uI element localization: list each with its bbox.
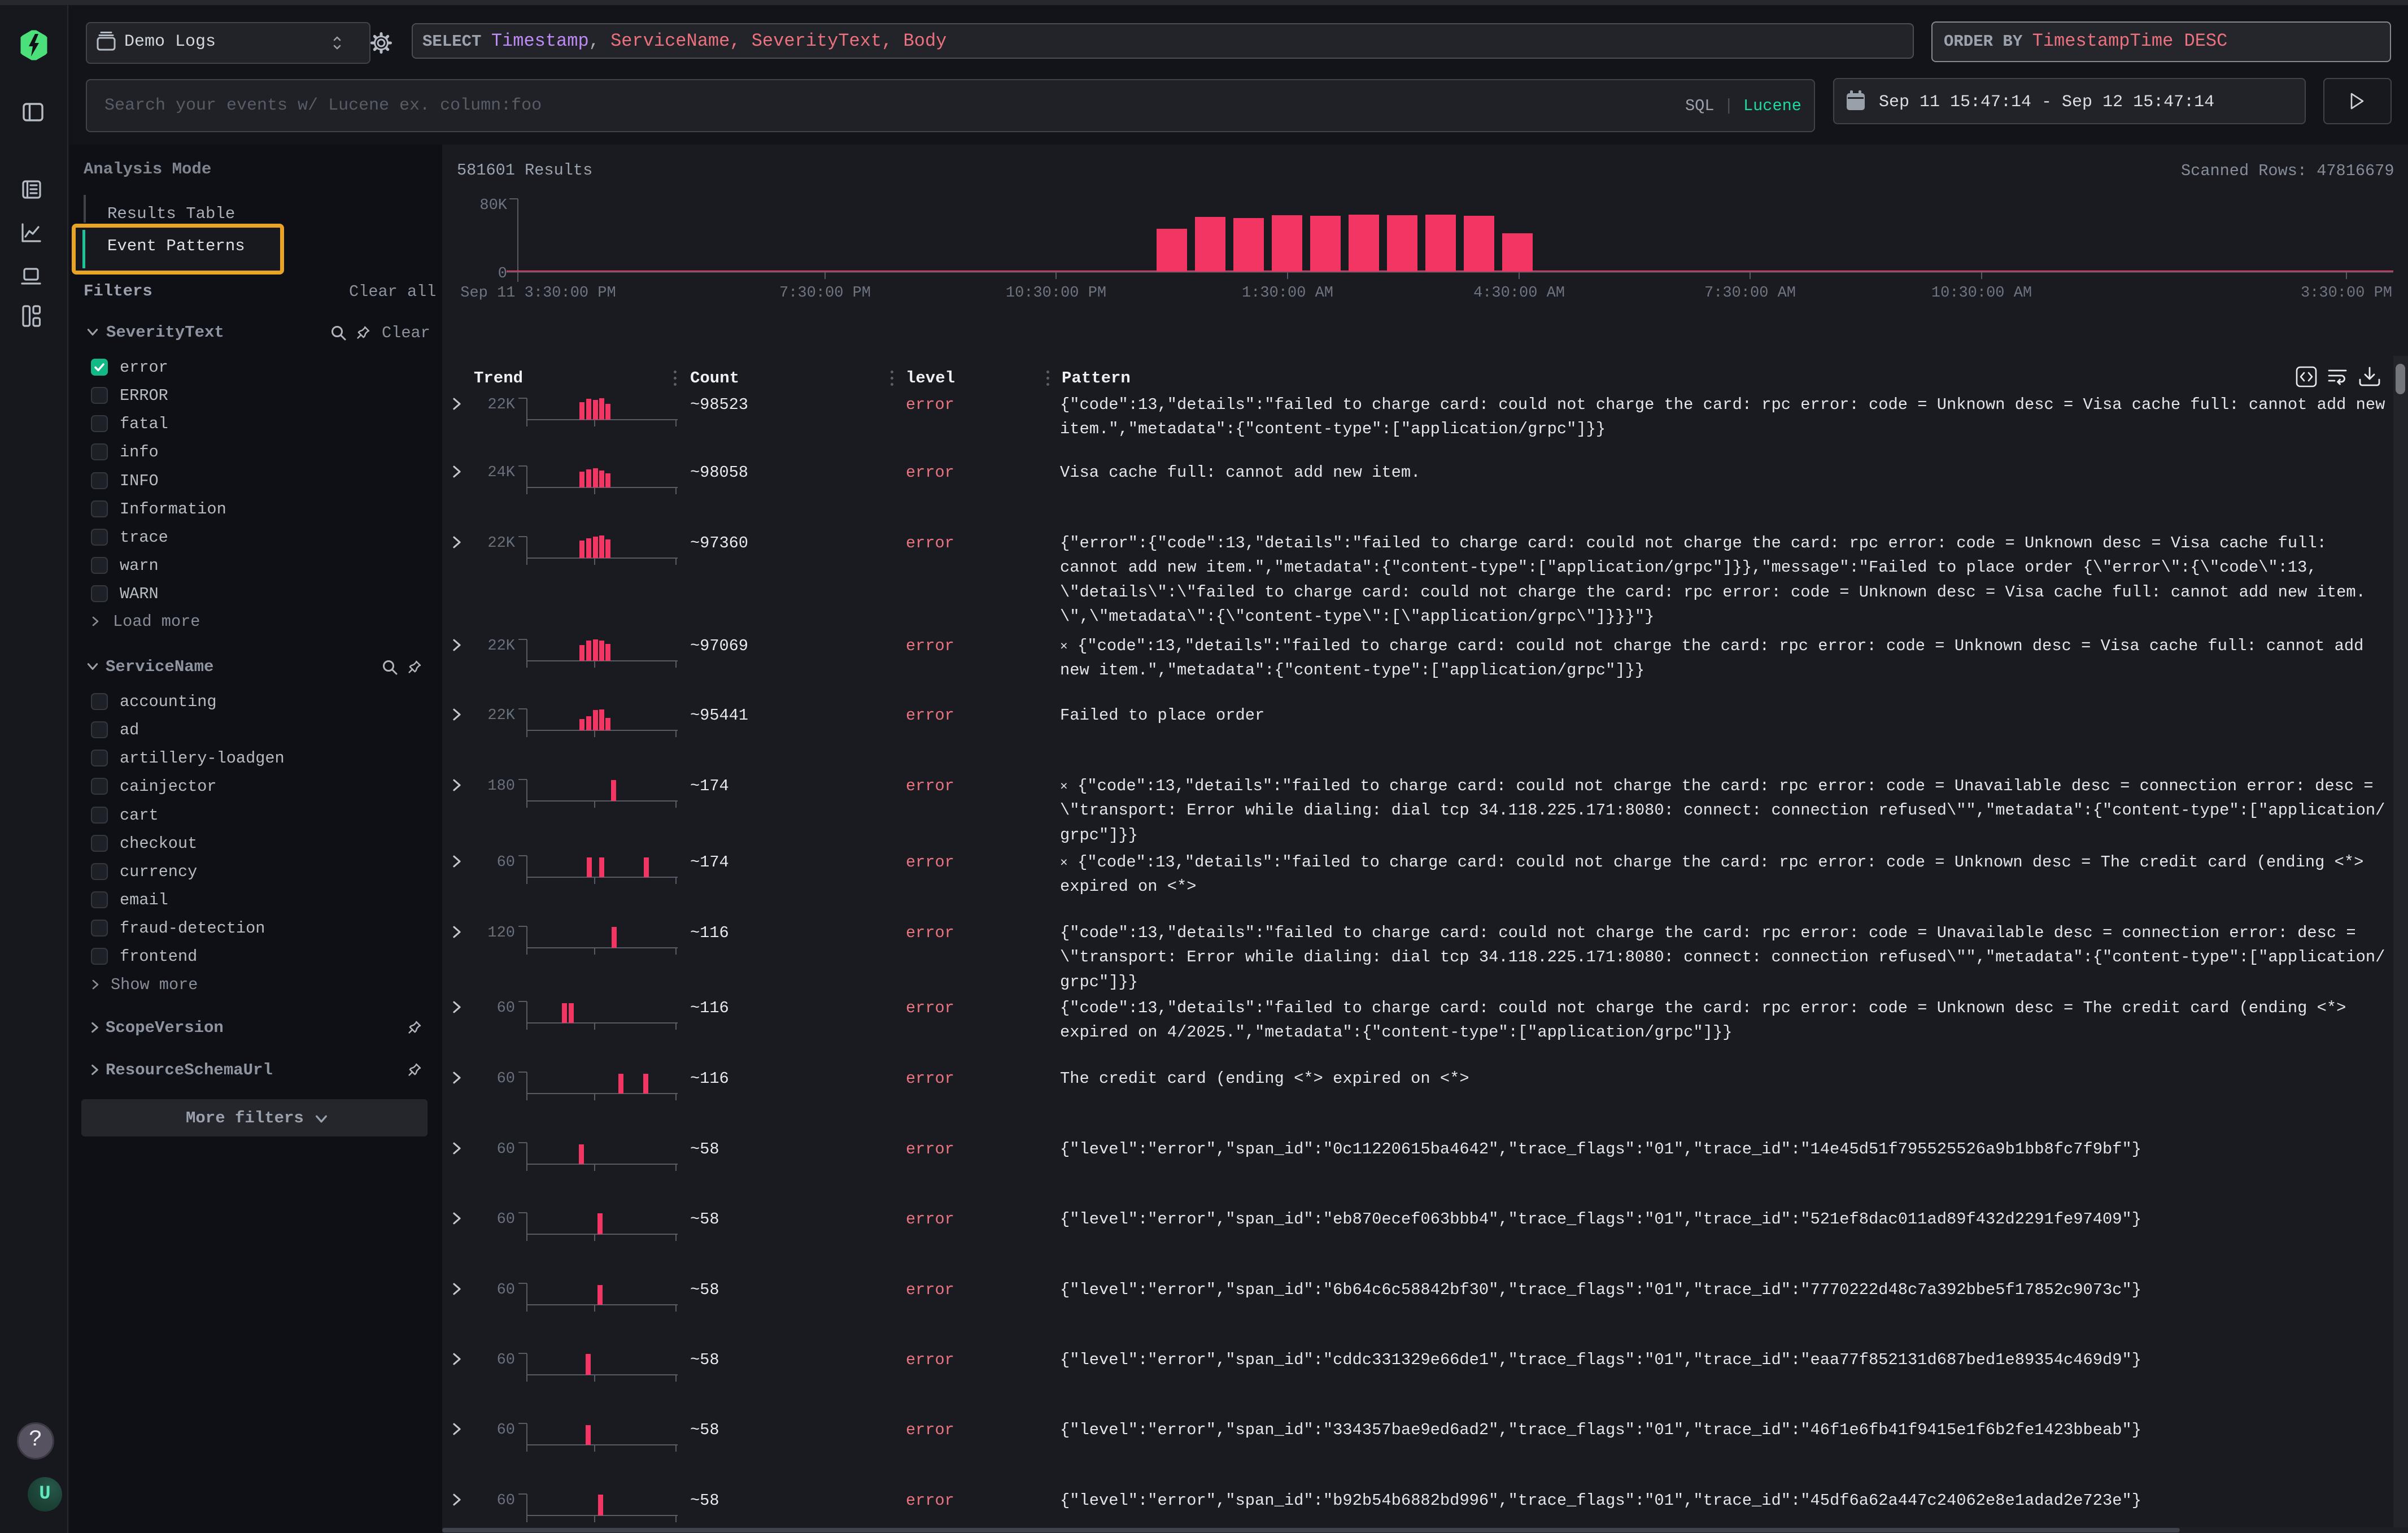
- svg-text:Sep 11 3:30:00 PM: Sep 11 3:30:00 PM: [460, 285, 616, 302]
- svg-text:1:30:00 AM: 1:30:00 AM: [1242, 285, 1333, 302]
- svg-text:80K: 80K: [479, 197, 507, 214]
- svg-text:7:30:00 AM: 7:30:00 AM: [1704, 285, 1796, 302]
- svg-text:10:30:00 PM: 10:30:00 PM: [1006, 285, 1106, 302]
- svg-text:0: 0: [498, 265, 507, 282]
- svg-text:3:30:00 PM: 3:30:00 PM: [2301, 285, 2392, 302]
- svg-text:4:30:00 AM: 4:30:00 AM: [1473, 285, 1565, 302]
- svg-text:7:30:00 PM: 7:30:00 PM: [779, 285, 871, 302]
- svg-text:10:30:00 AM: 10:30:00 AM: [1931, 285, 2032, 302]
